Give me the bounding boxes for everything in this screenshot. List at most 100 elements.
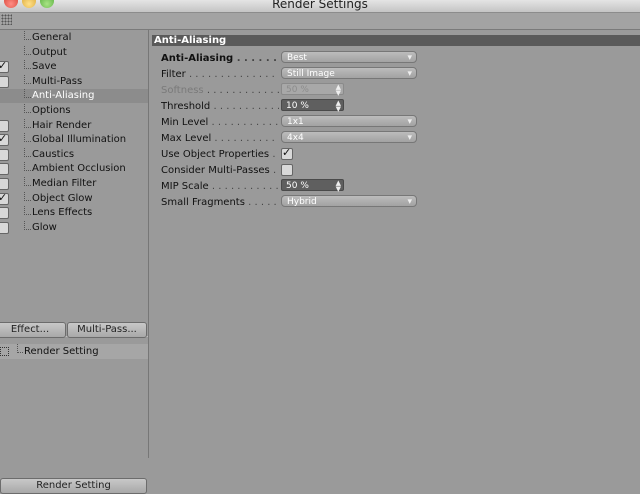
sidebar-item-save[interactable]: Save (0, 59, 148, 74)
max-level-label: Max Level . . . . . . . . . . . . . . (161, 133, 279, 144)
softness-row: Softness . . . . . . . . . . . . . . .50… (161, 83, 640, 98)
mip-scale-label: MIP Scale . . . . . . . . . . . . . . (161, 181, 279, 192)
multi-pass-button[interactable]: Multi-Pass... (67, 322, 147, 338)
tree-connector (24, 74, 31, 84)
sidebar-item-label: Glow (32, 221, 57, 233)
tree-connector (24, 191, 31, 201)
tree-connector (24, 104, 31, 113)
sidebar-item-label: Save (32, 61, 57, 73)
sidebar-item-multi-pass[interactable]: Multi-Pass (0, 74, 148, 89)
tree-connector (24, 147, 31, 157)
softness-label-text: Softness (161, 85, 204, 96)
use-object-properties-label-text: Use Object Properties (161, 149, 270, 160)
sidebar-item-median-filter[interactable]: Median Filter (0, 177, 148, 191)
filter-label-text: Filter (161, 69, 186, 80)
sidebar-item-lens-effects[interactable]: Lens Effects (0, 206, 148, 220)
min-level-dropdown[interactable]: 1x1 (281, 115, 417, 128)
tree-connector (17, 344, 23, 353)
render-setting-button[interactable]: Render Setting (0, 478, 147, 494)
sidebar-item-general[interactable]: General (0, 31, 148, 45)
min-level-row: Min Level . . . . . . . . . . . . . .1x1 (161, 115, 640, 130)
leader-dots: . . . . . . . . . . . . . . (213, 101, 279, 112)
mip-scale-number-field[interactable]: 50 % ▲ ▼ (281, 179, 344, 193)
max-level-row: Max Level . . . . . . . . . . . . . .4x4 (161, 131, 640, 146)
spinner-arrows-icon[interactable]: ▲ ▼ (336, 180, 341, 193)
panel-grip-icon[interactable] (1, 14, 12, 25)
tree-connector (24, 177, 31, 186)
threshold-label-text: Threshold (161, 101, 211, 112)
sidebar-item-label: Options (32, 105, 71, 116)
sidebar-item-label: Ambient Occlusion (32, 163, 126, 175)
threshold-value: 10 % (286, 101, 309, 111)
leader-dots: . . . . . . . . . . . . . . (211, 117, 280, 128)
small-fragments-label: Small Fragments . . . . . . . . . (161, 197, 279, 208)
sidebar-item-anti-aliasing[interactable]: Anti-Aliasing (0, 89, 148, 104)
anti-aliasing-dropdown[interactable]: Best (281, 51, 417, 64)
small-fragments-dropdown[interactable]: Hybrid (281, 195, 417, 208)
hair-render-enable-checkbox[interactable] (0, 119, 9, 132)
render-setting-label: Render Setting (24, 346, 99, 357)
sidebar-item-object-glow[interactable]: Object Glow (0, 191, 148, 206)
spinner-arrows-icon[interactable]: ▲ ▼ (336, 84, 341, 97)
filter-dropdown[interactable]: Still Image (281, 67, 417, 80)
multi-pass-enable-checkbox[interactable] (0, 75, 9, 88)
sidebar-item-caustics[interactable]: Caustics (0, 147, 148, 162)
toolbar (0, 13, 640, 30)
title-bar: Render Settings (0, 0, 640, 13)
settings-tree-panel: General Output Save Multi-Pass Anti-Aliasing… (0, 30, 149, 494)
tree-connector (24, 89, 31, 99)
sidebar-item-label: Object Glow (32, 192, 93, 204)
sidebar-item-label: Lens Effects (32, 207, 93, 219)
leader-dots: . . . . . . . . . . . . . . (211, 181, 279, 192)
leader-dots: . . (272, 165, 279, 176)
softness-number-field: 50 % ▲ ▼ (281, 83, 344, 97)
filter-row: Filter . . . . . . . . . . . . . . . . .… (161, 67, 640, 82)
consider-multi-passes-checkbox[interactable] (281, 164, 293, 176)
anti-aliasing-panel: Anti-Aliasing Anti-Aliasing . . . . . . … (149, 30, 640, 458)
leader-dots: . . . (272, 149, 279, 160)
ambient-occlusion-enable-checkbox[interactable] (0, 163, 9, 176)
use-object-properties-checkbox[interactable] (281, 146, 293, 160)
tree-connector (24, 31, 31, 40)
glow-enable-checkbox[interactable] (0, 221, 9, 234)
max-level-dropdown[interactable]: 4x4 (281, 131, 417, 144)
softness-value: 50 % (286, 85, 309, 95)
consider-multi-passes-label: Consider Multi-Passes . . (161, 165, 279, 176)
tree-connector (24, 45, 31, 55)
sidebar-item-hair-render[interactable]: Hair Render (0, 118, 148, 133)
threshold-number-field[interactable]: 10 % ▲ ▼ (281, 99, 344, 113)
caustics-enable-checkbox[interactable] (0, 148, 9, 161)
sidebar-item-label: Multi-Pass (32, 75, 83, 87)
global-illumination-enable-checkbox[interactable] (0, 132, 9, 147)
lens-effects-enable-checkbox[interactable] (0, 207, 9, 220)
sidebar-item-label: Global Illumination (32, 134, 127, 146)
sidebar-item-ambient-occlusion[interactable]: Ambient Occlusion (0, 162, 148, 176)
threshold-row: Threshold . . . . . . . . . . . . . .10 … (161, 99, 640, 114)
sidebar-item-label: Output (32, 46, 67, 58)
softness-label: Softness . . . . . . . . . . . . . . . (161, 85, 279, 96)
tree-connector (24, 60, 31, 70)
threshold-label: Threshold . . . . . . . . . . . . . . (161, 101, 279, 112)
sidebar-item-global-illumination[interactable]: Global Illumination (0, 132, 148, 147)
median-filter-enable-checkbox[interactable] (0, 178, 9, 190)
mip-scale-label-text: MIP Scale (161, 181, 209, 192)
sidebar-item-glow[interactable]: Glow (0, 220, 148, 235)
sidebar-item-label: Median Filter (32, 178, 97, 189)
tree-connector (24, 206, 31, 216)
save-enable-checkbox[interactable] (0, 59, 9, 74)
render-setting-icon (0, 347, 9, 356)
spinner-arrows-icon[interactable]: ▲ ▼ (336, 100, 341, 113)
sidebar-item-output[interactable]: Output (0, 45, 148, 60)
leader-dots: . . . . . . . . . . . . . . (214, 133, 279, 144)
effect-button[interactable]: Effect... (0, 322, 66, 338)
use-object-properties-label: Use Object Properties . . . (161, 149, 279, 160)
object-glow-enable-checkbox[interactable] (0, 191, 9, 205)
use-object-properties-row: Use Object Properties . . . (161, 146, 640, 162)
leader-dots: . . . . . . . . . . . . . . . . . . (188, 69, 279, 80)
render-setting-list-item[interactable]: Render Setting (0, 344, 148, 359)
tree-connector (24, 133, 31, 143)
sidebar-item-label: General (32, 32, 72, 43)
tree-connector (24, 118, 31, 128)
sidebar-item-options[interactable]: Options (0, 104, 148, 118)
section-header: Anti-Aliasing (152, 35, 640, 46)
